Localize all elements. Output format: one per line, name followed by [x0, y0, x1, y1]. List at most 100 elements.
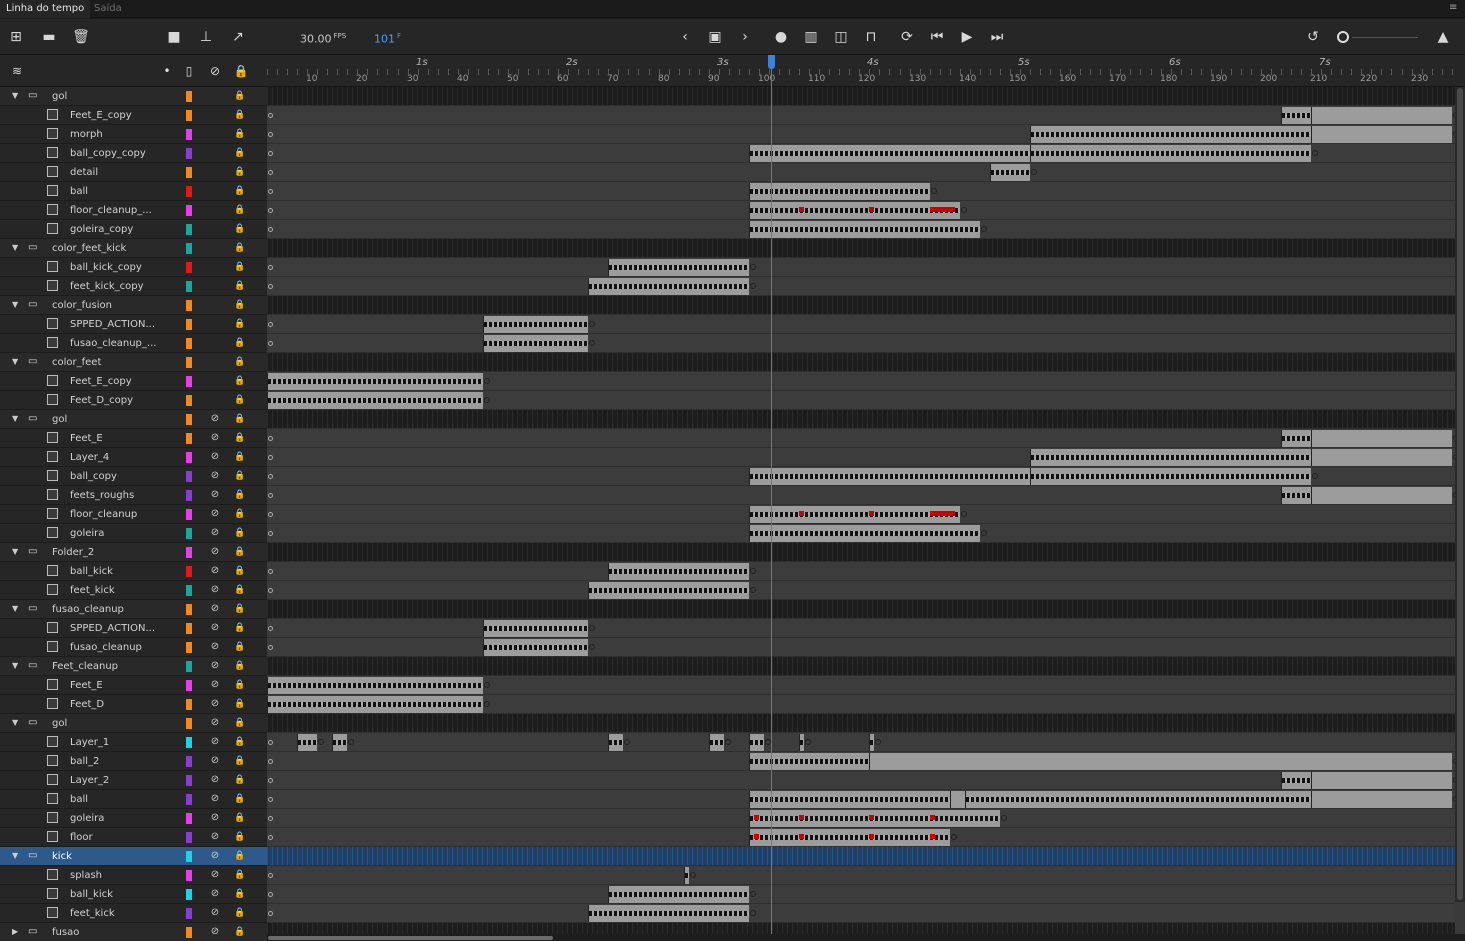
frame-track[interactable]	[267, 448, 1459, 467]
play-icon[interactable]: ▶	[958, 28, 976, 46]
layer-color-swatch[interactable]	[186, 623, 192, 634]
frame-label-marker[interactable]	[799, 834, 805, 839]
layer-color-swatch[interactable]	[186, 908, 192, 919]
frame-track[interactable]	[267, 543, 1455, 562]
keyframe-span[interactable]	[749, 829, 950, 846]
layer-color-swatch[interactable]	[186, 794, 192, 805]
layer-name[interactable]: ball_copy	[70, 470, 160, 483]
frame-label-marker[interactable]	[799, 815, 805, 820]
layer-row[interactable]: ball_kick ⊘ 🔒	[0, 885, 267, 904]
span-end-marker[interactable]	[484, 378, 490, 384]
layer-row[interactable]: floor_cleanup_... 🔒	[0, 201, 267, 220]
next-keyframe-icon[interactable]: ›	[736, 28, 754, 46]
frame-label-marker[interactable]	[869, 511, 875, 516]
keyframe-span[interactable]	[749, 525, 980, 542]
eye-hidden-icon[interactable]: ⊘	[208, 869, 222, 881]
layer-color-swatch[interactable]	[186, 243, 192, 254]
layer-color-swatch[interactable]	[186, 376, 192, 387]
span-end-marker[interactable]	[348, 739, 354, 745]
chevron-down-icon[interactable]: ▼	[12, 357, 21, 366]
frame-track[interactable]	[267, 562, 1455, 581]
empty-keyframe[interactable]	[268, 873, 273, 878]
keyframe-span[interactable]	[749, 145, 1030, 162]
lock-icon[interactable]: 🔒	[234, 660, 245, 672]
empty-keyframe[interactable]	[268, 341, 273, 346]
layer-row[interactable]: Feet_D ⊘ 🔒	[0, 695, 267, 714]
frame-track[interactable]	[267, 619, 1455, 638]
layer-color-swatch[interactable]	[186, 851, 192, 862]
panel-menu-icon[interactable]: ≡	[1449, 3, 1459, 13]
chevron-down-icon[interactable]: ▼	[12, 91, 21, 100]
layer-name[interactable]: Feet_D	[70, 698, 160, 711]
playhead[interactable]	[771, 55, 772, 941]
frame-track[interactable]	[267, 372, 1455, 391]
layer-name[interactable]: fusao_cleanup	[52, 603, 142, 616]
layer-name[interactable]: Feet_D_copy	[70, 394, 160, 407]
layer-row[interactable]: goleira_copy 🔒	[0, 220, 267, 239]
frame-track[interactable]	[267, 752, 1459, 771]
layer-color-swatch[interactable]	[186, 471, 192, 482]
lock-icon[interactable]: 🔒	[234, 831, 245, 843]
frame-track[interactable]	[267, 391, 1455, 410]
lock-icon[interactable]: 🔒	[234, 774, 245, 786]
frame-track[interactable]	[267, 714, 1455, 733]
layer-name[interactable]: Layer_4	[70, 451, 160, 464]
lock-icon[interactable]: 🔒	[234, 470, 245, 482]
keyframe-span[interactable]	[869, 734, 874, 751]
keyframe-span[interactable]	[965, 791, 1311, 808]
frame-label-marker[interactable]	[754, 815, 760, 820]
span-end-marker[interactable]	[725, 739, 731, 745]
layer-name[interactable]: floor_cleanup	[70, 508, 160, 521]
layer-name[interactable]: SPPED_ACTION...	[70, 622, 160, 635]
layer-name[interactable]: kick	[52, 850, 142, 863]
frame-track[interactable]	[267, 657, 1455, 676]
span-end-marker[interactable]	[484, 397, 490, 403]
mountains-icon[interactable]: ▲	[1434, 28, 1452, 46]
lock-icon[interactable]: 🔒	[234, 926, 245, 938]
lock-icon[interactable]: 🔒	[234, 736, 245, 748]
frame-track[interactable]	[267, 676, 1455, 695]
lock-icon[interactable]: 🔒	[234, 147, 245, 159]
layer-name[interactable]: ball	[70, 793, 160, 806]
tab-linha-do-tempo[interactable]: Linha do tempo	[0, 0, 91, 18]
onion-outline-icon[interactable]: ◫	[832, 28, 850, 46]
keyframe-span[interactable]	[749, 468, 1030, 485]
eye-hidden-icon[interactable]: ⊘	[208, 413, 222, 425]
lock-icon[interactable]: 🔒	[234, 603, 245, 615]
tab-saida[interactable]: Saída	[88, 0, 128, 18]
empty-keyframe[interactable]	[268, 113, 273, 118]
keyframe-span[interactable]	[608, 734, 623, 751]
layer-color-swatch[interactable]	[186, 205, 192, 216]
keyframe-span[interactable]	[483, 639, 588, 656]
span-end-marker[interactable]	[1001, 815, 1007, 821]
keyframe-span[interactable]	[749, 202, 960, 219]
layer-color-swatch[interactable]	[186, 813, 192, 824]
frame-track[interactable]	[267, 904, 1455, 923]
keyframe-span[interactable]	[267, 677, 483, 694]
layer-name[interactable]: Layer_2	[70, 774, 160, 787]
keyframe-span[interactable]	[749, 183, 930, 200]
folder-row[interactable]: ▼ ▭ Feet_cleanup ⊘ 🔒	[0, 657, 267, 676]
empty-keyframe[interactable]	[268, 284, 273, 289]
frame-span[interactable]	[1311, 791, 1452, 808]
lock-icon[interactable]: 🔒	[234, 679, 245, 691]
frame-label-marker[interactable]	[930, 511, 956, 516]
chevron-down-icon[interactable]: ▼	[12, 414, 21, 423]
eye-hidden-icon[interactable]: ⊘	[208, 793, 222, 805]
eye-hidden-icon[interactable]: ⊘	[208, 622, 222, 634]
frame-track[interactable]	[267, 600, 1455, 619]
frame-span[interactable]	[950, 791, 965, 808]
layer-row[interactable]: Feet_E ⊘ 🔒	[0, 429, 267, 448]
lock-icon[interactable]: 🔒	[234, 489, 245, 501]
layer-name[interactable]: feet_kick_copy	[70, 280, 160, 293]
folder-row[interactable]: ▼ ▭ fusao_cleanup ⊘ 🔒	[0, 600, 267, 619]
layer-color-swatch[interactable]	[186, 110, 192, 121]
lock-icon[interactable]: 🔒	[234, 109, 245, 121]
keyframe-span[interactable]	[799, 734, 804, 751]
keyframe-span[interactable]	[608, 886, 749, 903]
eye-hidden-icon[interactable]: ⊘	[208, 812, 222, 824]
layer-row[interactable]: Layer_2 ⊘ 🔒	[0, 771, 267, 790]
keyframe-span[interactable]	[990, 164, 1030, 181]
keyframe-span[interactable]	[608, 259, 749, 276]
frame-label-marker[interactable]	[930, 207, 956, 212]
